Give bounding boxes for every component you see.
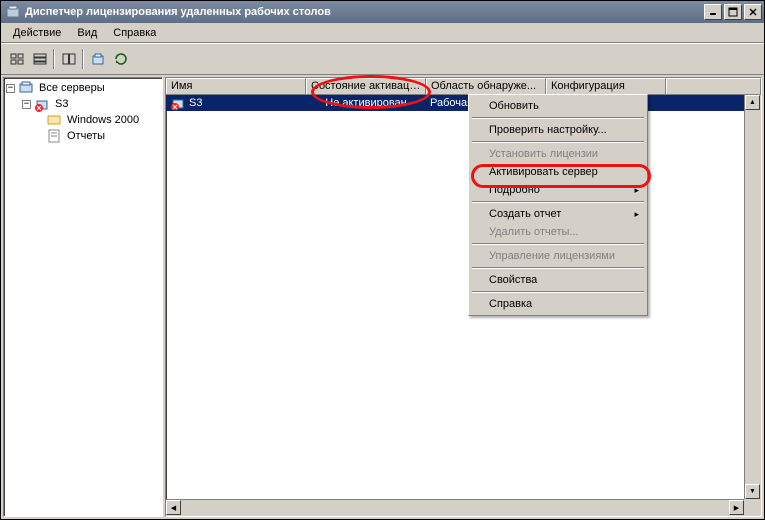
ctx-manage-licenses: Управление лицензиями — [471, 247, 645, 265]
cell-activation: Не активирован — [306, 97, 426, 109]
ctx-separator — [472, 291, 644, 293]
tree-node-windows[interactable]: Windows 2000 — [6, 112, 160, 128]
scrollbar-corner — [744, 499, 761, 516]
tree-pane[interactable]: − Все серверы − S3 Windows 2000 — [3, 77, 163, 517]
toolbar-button-2[interactable] — [28, 48, 51, 70]
tree-node-label: Windows 2000 — [65, 114, 141, 126]
scroll-right-button[interactable]: ▶ — [729, 500, 744, 515]
ctx-details[interactable]: Подробно — [471, 181, 645, 199]
cell-name: S3 — [166, 96, 306, 110]
tree-node-reports[interactable]: Отчеты — [6, 128, 160, 144]
column-header-activation[interactable]: Состояние активации — [306, 78, 426, 94]
tree-toggle-collapse-icon[interactable]: − — [22, 100, 31, 109]
ctx-check-settings[interactable]: Проверить настройку... — [471, 121, 645, 139]
ctx-properties[interactable]: Свойства — [471, 271, 645, 289]
license-icon — [46, 112, 62, 128]
titlebar-buttons — [702, 4, 762, 20]
scroll-left-button[interactable]: ◀ — [166, 500, 181, 515]
tree-root-label: Все серверы — [37, 82, 107, 94]
toolbar-button-4[interactable] — [86, 48, 109, 70]
close-button[interactable] — [744, 4, 762, 20]
list-header: Имя Состояние активации Область обнаруже… — [166, 78, 761, 95]
menu-view[interactable]: Вид — [69, 25, 105, 41]
ctx-activate-server[interactable]: Активировать сервер — [471, 163, 645, 181]
toolbar-separator — [82, 49, 84, 69]
toolbar-separator — [53, 49, 55, 69]
menubar: Действие Вид Справка — [1, 23, 764, 43]
report-icon — [46, 128, 62, 144]
server-error-icon — [34, 96, 50, 112]
list-row-selected[interactable]: S3 Не активирован Рабочая гр OK — [166, 95, 761, 111]
ctx-separator — [472, 201, 644, 203]
tree-server-label: S3 — [53, 98, 70, 110]
cell-name-text: S3 — [189, 97, 202, 109]
ctx-install-licenses: Установить лицензии — [471, 145, 645, 163]
tree-server[interactable]: − S3 — [6, 96, 160, 112]
ctx-delete-reports: Удалить отчеты... — [471, 223, 645, 241]
ctx-separator — [472, 117, 644, 119]
column-header-config[interactable]: Конфигурация — [546, 78, 666, 94]
tree-toggle-collapse-icon[interactable]: − — [6, 84, 15, 93]
server-error-icon — [170, 96, 186, 110]
ctx-refresh[interactable]: Обновить — [471, 97, 645, 115]
app-window: Диспетчер лицензирования удаленных рабоч… — [0, 0, 765, 520]
menu-action[interactable]: Действие — [5, 25, 69, 41]
toolbar-button-5[interactable] — [109, 48, 132, 70]
toolbar — [1, 43, 764, 75]
window-title: Диспетчер лицензирования удаленных рабоч… — [25, 6, 702, 18]
minimize-button[interactable] — [704, 4, 722, 20]
list-pane: Имя Состояние активации Область обнаруже… — [165, 77, 762, 517]
maximize-button[interactable] — [724, 4, 742, 20]
servers-icon — [18, 80, 34, 96]
vertical-scrollbar[interactable]: ▲ ▼ — [744, 95, 761, 499]
ctx-create-report[interactable]: Создать отчет — [471, 205, 645, 223]
scroll-up-button[interactable]: ▲ — [745, 95, 760, 110]
toolbar-button-3[interactable] — [57, 48, 80, 70]
scroll-down-button[interactable]: ▼ — [745, 484, 760, 499]
menu-help[interactable]: Справка — [105, 25, 164, 41]
column-header-empty — [666, 78, 761, 94]
tree-node-label: Отчеты — [65, 130, 107, 142]
app-icon — [5, 4, 21, 20]
horizontal-scrollbar[interactable]: ◀ ▶ — [166, 499, 744, 516]
titlebar: Диспетчер лицензирования удаленных рабоч… — [1, 1, 764, 23]
ctx-separator — [472, 243, 644, 245]
ctx-separator — [472, 267, 644, 269]
context-menu: Обновить Проверить настройку... Установи… — [468, 94, 648, 316]
content-area: − Все серверы − S3 Windows 2000 — [1, 75, 764, 519]
column-header-name[interactable]: Имя — [166, 78, 306, 94]
column-header-discovery[interactable]: Область обнаруже... — [426, 78, 546, 94]
tree-root[interactable]: − Все серверы — [6, 80, 160, 96]
ctx-help[interactable]: Справка — [471, 295, 645, 313]
ctx-separator — [472, 141, 644, 143]
toolbar-button-1[interactable] — [5, 48, 28, 70]
